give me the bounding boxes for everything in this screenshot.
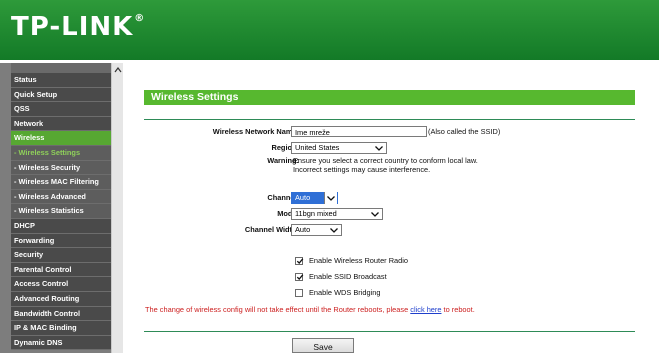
reboot-notice-suffix: to reboot. [441,305,475,314]
chevron-down-icon [327,196,335,201]
region-select[interactable]: United States [291,142,387,154]
sidebar-menu: Status Quick Setup QSS Network Wireless … [11,63,111,351]
sidebar-item-wireless[interactable]: Wireless [11,131,111,146]
ssid-hint: (Also called the SSID) [428,127,501,136]
header-bar: TP-LINK® [0,0,659,60]
sidebar-item-dhcp[interactable]: DHCP [11,218,111,234]
top-divider [144,119,635,120]
sidebar-item-advanced-routing[interactable]: Advanced Routing [11,291,111,307]
channel-width-select[interactable]: Auto [291,224,342,236]
sidebar-item-wireless-security[interactable]: - Wireless Security [11,160,111,176]
chevron-down-icon [330,228,338,233]
sidebar-item-wireless-mac-filtering[interactable]: - Wireless MAC Filtering [11,175,111,190]
section-title-bar: Wireless Settings [144,90,635,105]
enable-radio-checkbox[interactable] [295,257,304,265]
sidebar-top-spacer [11,63,111,73]
tp-link-logo: TP-LINK® [11,12,146,42]
chevron-down-icon [371,212,379,217]
sidebar-item-network[interactable]: Network [11,116,111,132]
sidebar-item-wireless-settings[interactable]: - Wireless Settings [11,145,111,161]
sidebar-item-bandwidth-control[interactable]: Bandwidth Control [11,306,111,322]
sidebar-item-wireless-advanced[interactable]: - Wireless Advanced [11,189,111,205]
sidebar-item-quick-setup[interactable]: Quick Setup [11,87,111,103]
sidebar-item-parental-control[interactable]: Parental Control [11,262,111,278]
channel-dropdown-button[interactable] [324,192,337,204]
enable-radio-label: Enable Wireless Router Radio [309,256,408,265]
page-title: Wireless Settings [151,91,239,103]
enable-wds-label: Enable WDS Bridging [309,288,381,297]
checkmark-icon [296,258,304,264]
sidebar-item-forwarding[interactable]: Forwarding [11,233,111,249]
channel-value: Auto [295,193,311,202]
enable-ssid-broadcast-checkbox[interactable] [295,273,304,281]
sidebar-item-security[interactable]: Security [11,248,111,263]
ssid-input[interactable]: Ime mreže [291,126,427,137]
sidebar-item-dynamic-dns[interactable]: Dynamic DNS [11,335,111,351]
bottom-divider [144,331,635,332]
region-label: Region: [271,143,299,152]
channel-width-label: Channel Width: [244,225,299,234]
reboot-notice-text: The change of wireless config will not t… [145,305,411,314]
save-button[interactable]: Save [292,338,354,353]
ssid-label: Wireless Network Name: [212,127,299,136]
channel-select[interactable]: Auto [291,192,338,204]
warning-label: Warning: [267,156,299,165]
scroll-up-arrow-icon[interactable] [114,66,122,74]
reboot-notice: The change of wireless config will not t… [145,305,475,314]
reboot-link[interactable]: click here [410,305,441,314]
region-value: United States [295,143,340,152]
sidebar-item-ip-mac-binding[interactable]: IP & MAC Binding [11,321,111,336]
mode-select[interactable]: 11bgn mixed [291,208,383,220]
registered-mark: ® [134,13,146,24]
mode-label: Mode: [277,209,299,218]
sidebar-item-qss[interactable]: QSS [11,102,111,117]
main-content: Wireless Settings Wireless Network Name:… [123,63,659,353]
enable-ssid-broadcast-label: Enable SSID Broadcast [309,272,387,281]
sidebar: Status Quick Setup QSS Network Wireless … [0,63,124,353]
warning-line-1: Ensure you select a correct country to c… [293,156,478,165]
enable-wds-checkbox[interactable] [295,289,303,297]
mode-value: 11bgn mixed [295,209,337,218]
checkmark-icon [296,274,304,280]
channel-width-value: Auto [295,225,311,234]
sidebar-item-wireless-statistics[interactable]: - Wireless Statistics [11,204,111,219]
sidebar-item-access-control[interactable]: Access Control [11,277,111,292]
logo-text: TP-LINK [11,12,134,42]
warning-line-2: Incorrect settings may cause interferenc… [293,165,431,174]
chevron-down-icon [375,146,383,151]
channel-label: Channel: [267,193,299,202]
sidebar-item-status[interactable]: Status [11,73,111,88]
